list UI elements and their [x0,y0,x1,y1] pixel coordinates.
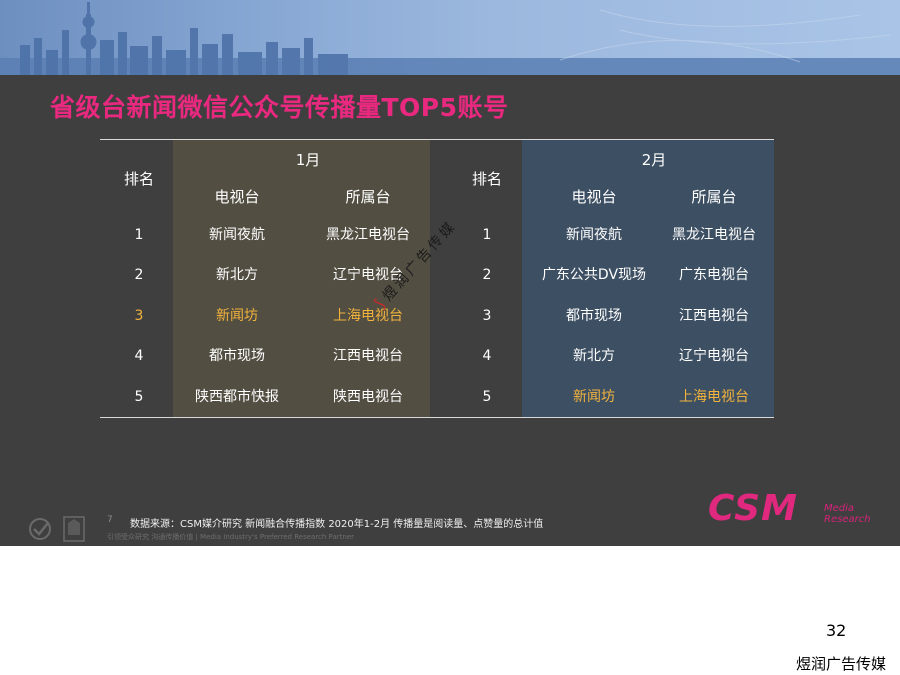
rank-cell: 1 [134,227,144,243]
feb-station-cell: 新闻夜航 [566,227,622,243]
month-header-feb: 2月 [641,151,667,169]
data-source-note: 数据来源：CSM媒介研究 新闻融合传播指数 2020年1-2月 传播量是阅读量、… [130,519,544,530]
page-number: 32 [826,621,847,640]
csm-logo-subtitle: Media Research [824,503,871,525]
rank-cell: 4 [482,348,492,364]
jan-station-cell-highlighted: 新闻坊 [216,308,258,324]
affiliate-header-jan: 所属台 [345,188,391,206]
ranking-table: 排名 1月 电视台 所属台 排名 2月 电视台 所属台 1 新闻夜航 黑龙江电视… [100,139,774,418]
slide-title: 省级台新闻微信公众号传播量TOP5账号 [50,93,509,122]
jan-station-cell: 新北方 [216,267,258,283]
rank-cell: 1 [482,227,492,243]
certification-badge-icon [29,516,85,542]
city-skyline-image [0,2,900,75]
table-bottom-border [100,417,774,418]
rank-cell: 5 [134,389,144,405]
feb-affiliate-cell: 江西电视台 [679,308,749,324]
rank-cell: 3 [482,308,492,324]
jan-affiliate-cell-highlighted: 上海电视台 [333,308,403,324]
jan-station-cell: 都市现场 [209,348,265,364]
feb-station-cell-highlighted: 新闻坊 [573,389,615,405]
slide: 省级台新闻微信公众号传播量TOP5账号 排名 1月 电视台 所属台 排名 2月 … [0,0,900,546]
header-banner [0,0,900,75]
rank-cell: 5 [482,389,492,405]
brand-caption: 煜润广告传媒 [796,655,887,673]
csm-logo-media: Media [824,503,855,514]
affiliate-header-feb: 所属台 [691,188,737,206]
feb-station-cell: 新北方 [573,348,615,364]
month-header-jan: 1月 [295,151,321,169]
rank-cell: 4 [134,348,144,364]
feb-affiliate-cell-highlighted: 上海电视台 [679,389,749,405]
jan-station-cell: 陕西都市快报 [195,389,279,405]
feb-station-cell: 都市现场 [566,308,622,324]
station-header-feb: 电视台 [571,188,617,206]
jan-station-cell: 新闻夜航 [209,227,265,243]
feb-affiliate-cell: 辽宁电视台 [679,348,749,364]
certification-logos [28,515,90,546]
footer-slogan: 引领受众研究 沟通传播价值 | Media Industry's Preferr… [107,533,354,541]
station-header-jan: 电视台 [214,188,260,206]
feb-affiliate-cell: 广东电视台 [679,267,749,283]
jan-affiliate-cell: 江西电视台 [333,348,403,364]
feb-station-cell: 广东公共DV现场 [541,267,647,283]
csm-logo: CSM [708,488,798,529]
jan-affiliate-cell: 陕西电视台 [333,389,403,405]
rank-header-feb: 排名 [471,170,503,188]
rank-cell: 2 [134,267,144,283]
slide-index: 7 [107,515,113,525]
rank-header-jan: 排名 [123,170,155,188]
rank-cell-highlighted: 3 [134,308,144,324]
feb-affiliate-cell: 黑龙江电视台 [672,227,756,243]
csm-logo-research: Research [824,514,871,525]
jan-affiliate-cell: 黑龙江电视台 [326,227,410,243]
rank-cell: 2 [482,267,492,283]
